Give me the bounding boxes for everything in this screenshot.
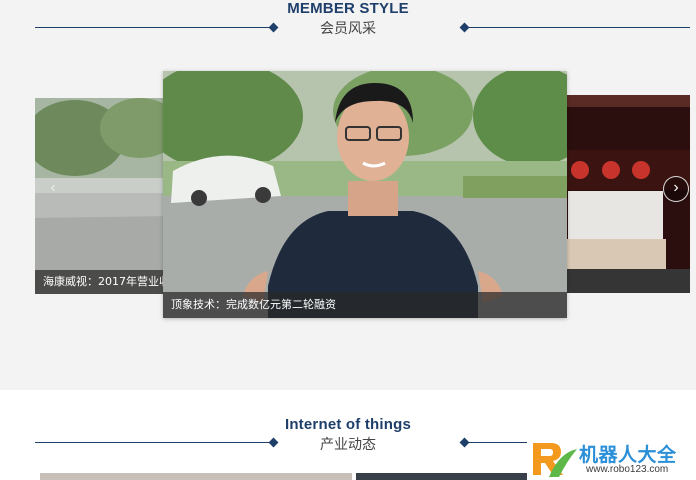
member-style-subtitle: 会员风采: [320, 21, 376, 37]
header-divider-right: [464, 27, 690, 28]
watermark-url: www.robo123.com: [586, 464, 669, 475]
slide-main-caption: 顶象技术：完成数亿元第二轮融资: [163, 292, 567, 318]
carousel-slide-active[interactable]: 顶象技术：完成数亿元第二轮融资: [163, 71, 567, 318]
member-style-header: MEMBER STYLE 会员风采: [0, 0, 696, 38]
header-divider-left: [35, 27, 273, 28]
carousel-prev-button[interactable]: ‹: [40, 177, 66, 203]
slide-left-caption: 海康威视：2017年营业收入...: [35, 270, 167, 294]
news-thumbnail-2[interactable]: [356, 473, 527, 480]
chevron-right-icon: ›: [673, 179, 679, 196]
slide-main-image: [163, 71, 567, 318]
member-style-section: MEMBER STYLE 会员风采 海康威视：2017年营业收入...: [0, 0, 696, 390]
chevron-left-icon: ‹: [50, 179, 56, 196]
news-thumbnail-1[interactable]: [40, 473, 352, 480]
robot-logo-icon: [533, 443, 577, 477]
member-style-title: MEMBER STYLE: [287, 0, 409, 17]
site-watermark: 机器人大全 www.robo123.com: [527, 437, 696, 480]
watermark-name: 机器人大全: [579, 444, 677, 466]
iot-divider-left: [35, 442, 273, 443]
iot-title: Internet of things: [284, 416, 412, 433]
iot-section: Internet of things 产业动态 机器人大全 www.robo12…: [0, 390, 696, 480]
iot-divider-right: [464, 442, 528, 443]
carousel-next-button[interactable]: ›: [663, 176, 689, 202]
